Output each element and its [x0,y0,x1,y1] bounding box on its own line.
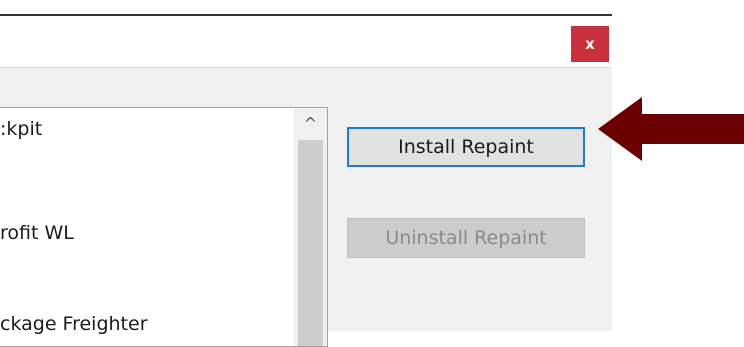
list-item[interactable]: rofit WL [0,222,74,244]
scroll-up-button[interactable]: ^ [294,108,327,138]
close-button[interactable]: x [571,26,609,62]
dialog-body: :kpit rofit WL ckage Freighter ^ Install… [0,67,612,347]
repaint-dialog: x :kpit rofit WL ckage Freighter ^ Insta… [0,14,612,347]
close-icon: x [585,35,595,53]
uninstall-repaint-button: Uninstall Repaint [347,218,585,258]
install-repaint-button[interactable]: Install Repaint [347,127,585,167]
vertical-scrollbar[interactable]: ^ [294,108,327,346]
chevron-up-icon: ^ [303,113,318,133]
list-item[interactable]: ckage Freighter [0,313,148,335]
arrow-shape [598,97,744,161]
list-item[interactable]: :kpit [0,118,42,140]
scrollbar-thumb[interactable] [298,140,323,346]
aircraft-list[interactable]: :kpit rofit WL ckage Freighter ^ [0,107,328,347]
left-arrow-icon [598,97,744,161]
